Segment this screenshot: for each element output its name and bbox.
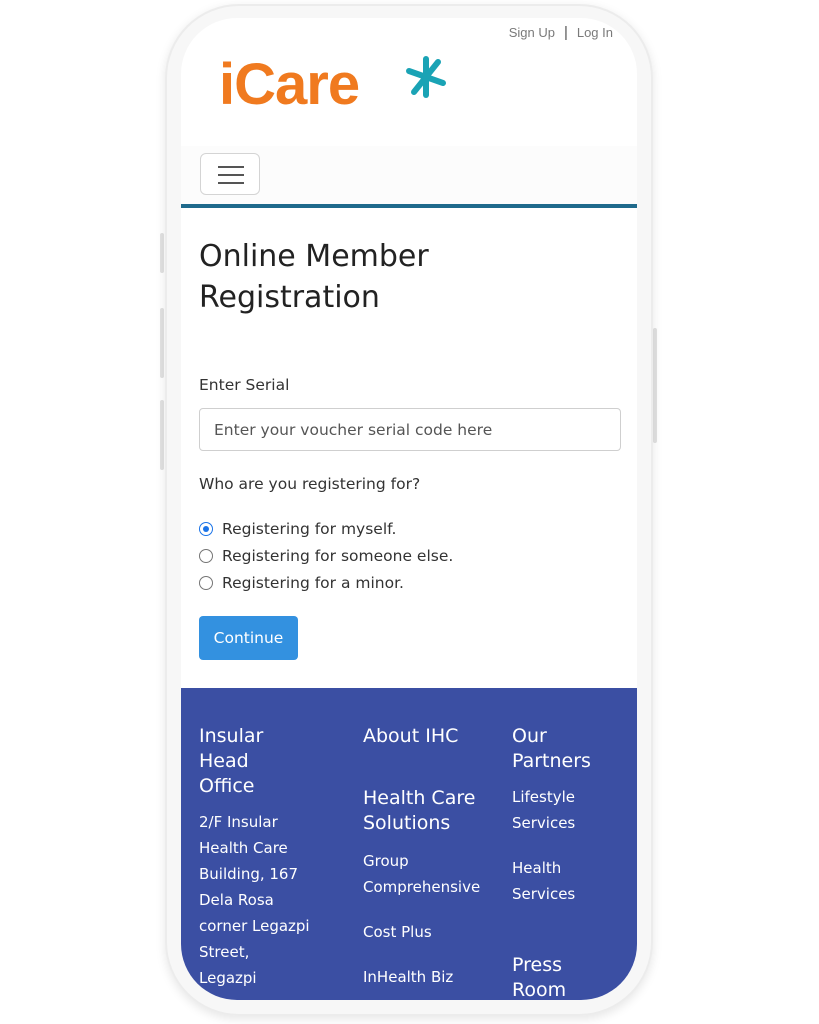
- footer-heading-line: Office: [199, 775, 255, 797]
- footer-col-about: About IHC Health Care Solutions Group Co…: [363, 724, 503, 990]
- top-links: Sign Up | Log In: [509, 24, 613, 41]
- footer-heading-line: Solutions: [363, 812, 451, 834]
- radio-label: Registering for myself.: [222, 520, 397, 538]
- serial-input[interactable]: [199, 408, 621, 451]
- footer-heading-line: Partners: [512, 750, 591, 772]
- page-title-line2: Registration: [199, 280, 380, 315]
- address-line: Building, 167: [199, 865, 299, 883]
- logo-wordmark: iCare: [219, 52, 360, 117]
- serial-label: Enter Serial: [199, 376, 290, 394]
- footer-link-group-comprehensive[interactable]: Group Comprehensive: [363, 848, 503, 900]
- log-in-link[interactable]: Log In: [577, 25, 613, 40]
- registration-question: Who are you registering for?: [199, 475, 421, 493]
- footer-link-line: Services: [512, 885, 576, 903]
- hamburger-icon: [218, 174, 244, 176]
- hamburger-icon: [218, 182, 244, 184]
- continue-button[interactable]: Continue: [199, 616, 298, 660]
- hamburger-icon: [218, 166, 244, 168]
- phone-side-button: [160, 308, 164, 378]
- footer-address: 2/F Insular Health Care Building, 167 De…: [199, 809, 349, 991]
- menu-toggle-button[interactable]: [200, 153, 260, 195]
- radio-button[interactable]: [199, 522, 213, 536]
- footer-col-head-office: Insular Head Office 2/F Insular Health C…: [199, 724, 349, 991]
- footer-col-partners: Our Partners Lifestyle Services Health S…: [512, 724, 632, 1000]
- phone-side-button: [160, 400, 164, 470]
- address-line: Street,: [199, 943, 250, 961]
- radio-option-myself[interactable]: Registering for myself.: [199, 520, 396, 538]
- radio-button[interactable]: [199, 549, 213, 563]
- page-title: Online Member Registration: [199, 236, 621, 318]
- address-line: 2/F Insular: [199, 813, 278, 831]
- radio-option-minor[interactable]: Registering for a minor.: [199, 574, 404, 592]
- address-line: Dela Rosa: [199, 891, 274, 909]
- asterisk-logo-icon: [406, 56, 446, 98]
- footer-link-lifestyle-services[interactable]: Lifestyle Services: [512, 784, 632, 836]
- phone-screen: Sign Up | Log In iCare Online Member Reg…: [181, 18, 637, 1000]
- address-line: Legazpi: [199, 969, 257, 987]
- radio-button[interactable]: [199, 576, 213, 590]
- footer-heading-our-partners: Our Partners: [512, 724, 632, 774]
- top-link-separator: |: [563, 24, 568, 41]
- footer-heading-line: Head: [199, 750, 249, 772]
- page-title-line1: Online Member: [199, 239, 429, 274]
- radio-label: Registering for someone else.: [222, 547, 454, 565]
- radio-label: Registering for a minor.: [222, 574, 404, 592]
- footer-heading-line: Insular: [199, 725, 264, 747]
- footer-heading: Insular Head Office: [199, 724, 349, 799]
- footer-link-health-services[interactable]: Health Services: [512, 855, 632, 907]
- navbar: [181, 146, 637, 208]
- footer-heading-line: Our: [512, 725, 547, 747]
- phone-side-button: [653, 328, 657, 443]
- footer-link-line: Services: [512, 814, 576, 832]
- footer-link-line: Comprehensive: [363, 878, 481, 896]
- phone-side-button: [160, 233, 164, 273]
- address-line: corner Legazpi: [199, 917, 310, 935]
- phone-frame: Sign Up | Log In iCare Online Member Reg…: [165, 4, 653, 1016]
- footer-link-line: Health: [512, 859, 562, 877]
- registration-form: Online Member Registration Enter Serial …: [199, 236, 621, 660]
- radio-option-someone-else[interactable]: Registering for someone else.: [199, 547, 453, 565]
- footer-heading-line: Room: [512, 979, 567, 1000]
- sign-up-link[interactable]: Sign Up: [509, 25, 555, 40]
- footer: Insular Head Office 2/F Insular Health C…: [181, 688, 637, 1000]
- footer-link-inhealth-biz[interactable]: InHealth Biz: [363, 964, 503, 990]
- icare-logo[interactable]: iCare: [219, 56, 446, 136]
- footer-heading-line: Health Care: [363, 787, 476, 809]
- address-line: Health Care: [199, 839, 288, 857]
- footer-link-press-room[interactable]: Press Room: [512, 953, 632, 1000]
- footer-link-about-ihc[interactable]: About IHC: [363, 724, 503, 749]
- footer-link-line: Group: [363, 852, 409, 870]
- footer-link-cost-plus[interactable]: Cost Plus: [363, 919, 503, 945]
- footer-link-health-care-solutions[interactable]: Health Care Solutions: [363, 786, 503, 836]
- footer-heading-line: Press: [512, 954, 563, 976]
- footer-link-line: Lifestyle: [512, 788, 576, 806]
